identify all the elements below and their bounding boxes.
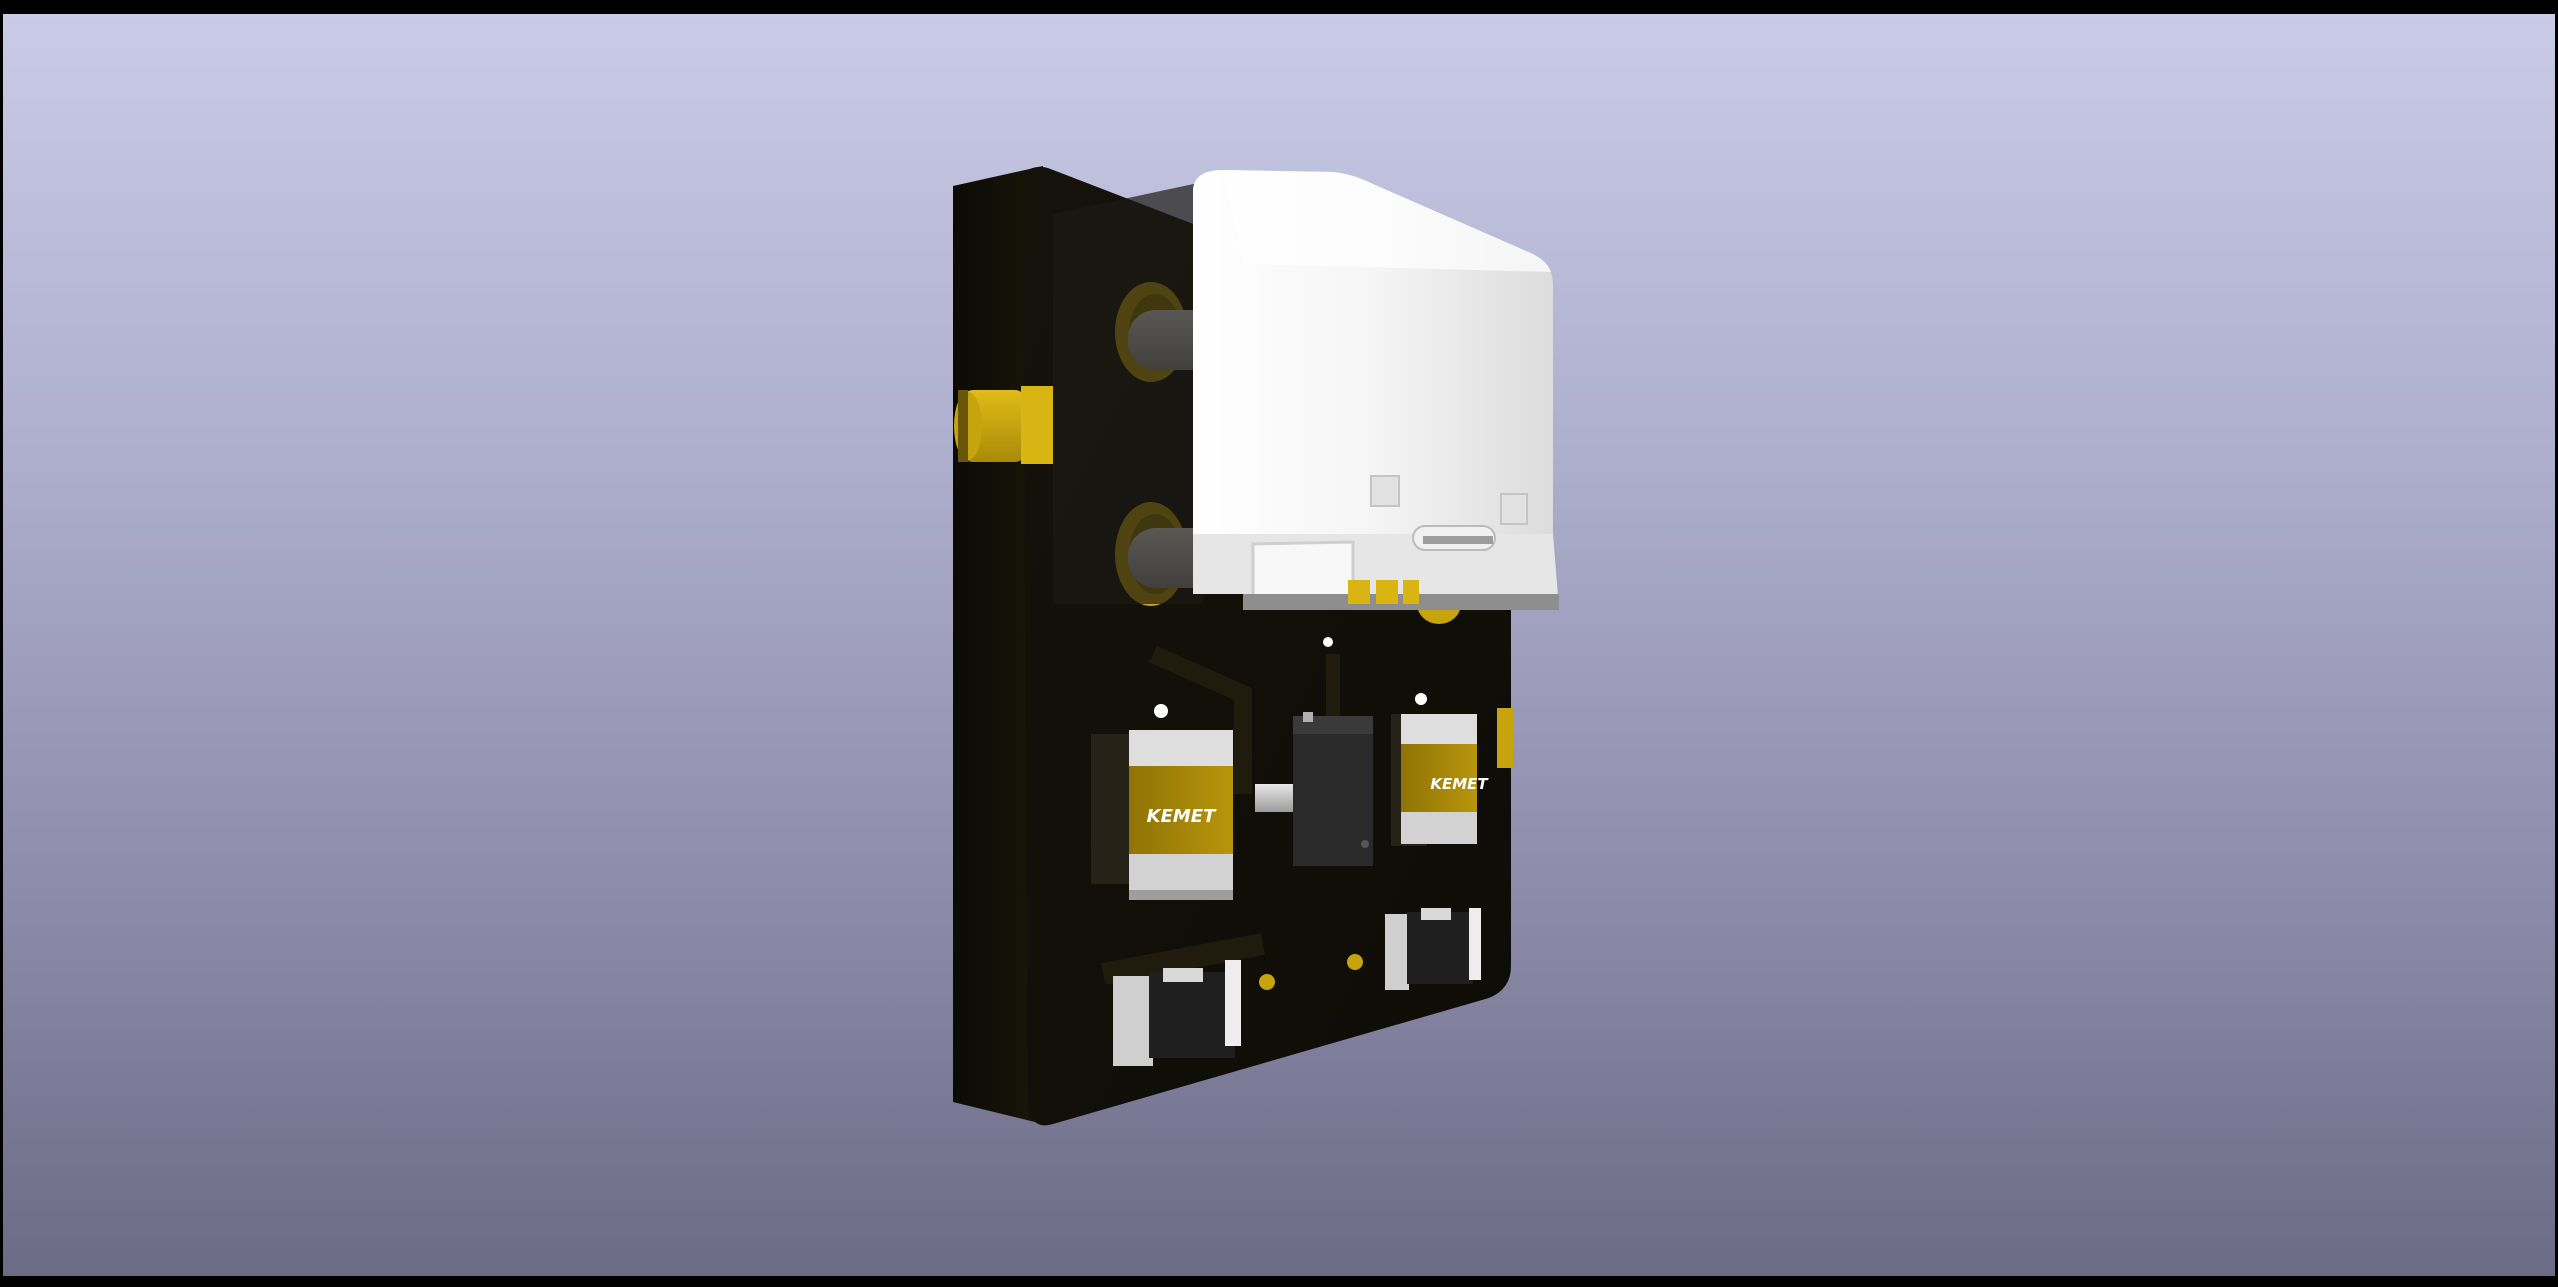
3d-viewport[interactable]: KEMET KEMET <box>3 14 2555 1276</box>
right-edge-pad <box>1497 708 1513 768</box>
kemet-label-right: KEMET <box>1430 775 1489 793</box>
usb-c-connector[interactable] <box>1053 170 1559 610</box>
kemet-label-left: KEMET <box>1147 806 1217 827</box>
pcb-3d-scene: KEMET KEMET <box>953 166 1559 1126</box>
edge-plated-slot <box>954 386 1053 464</box>
capacitor-kemet-left[interactable]: KEMET <box>1091 730 1233 900</box>
capacitor-kemet-right[interactable]: KEMET <box>1391 714 1489 846</box>
